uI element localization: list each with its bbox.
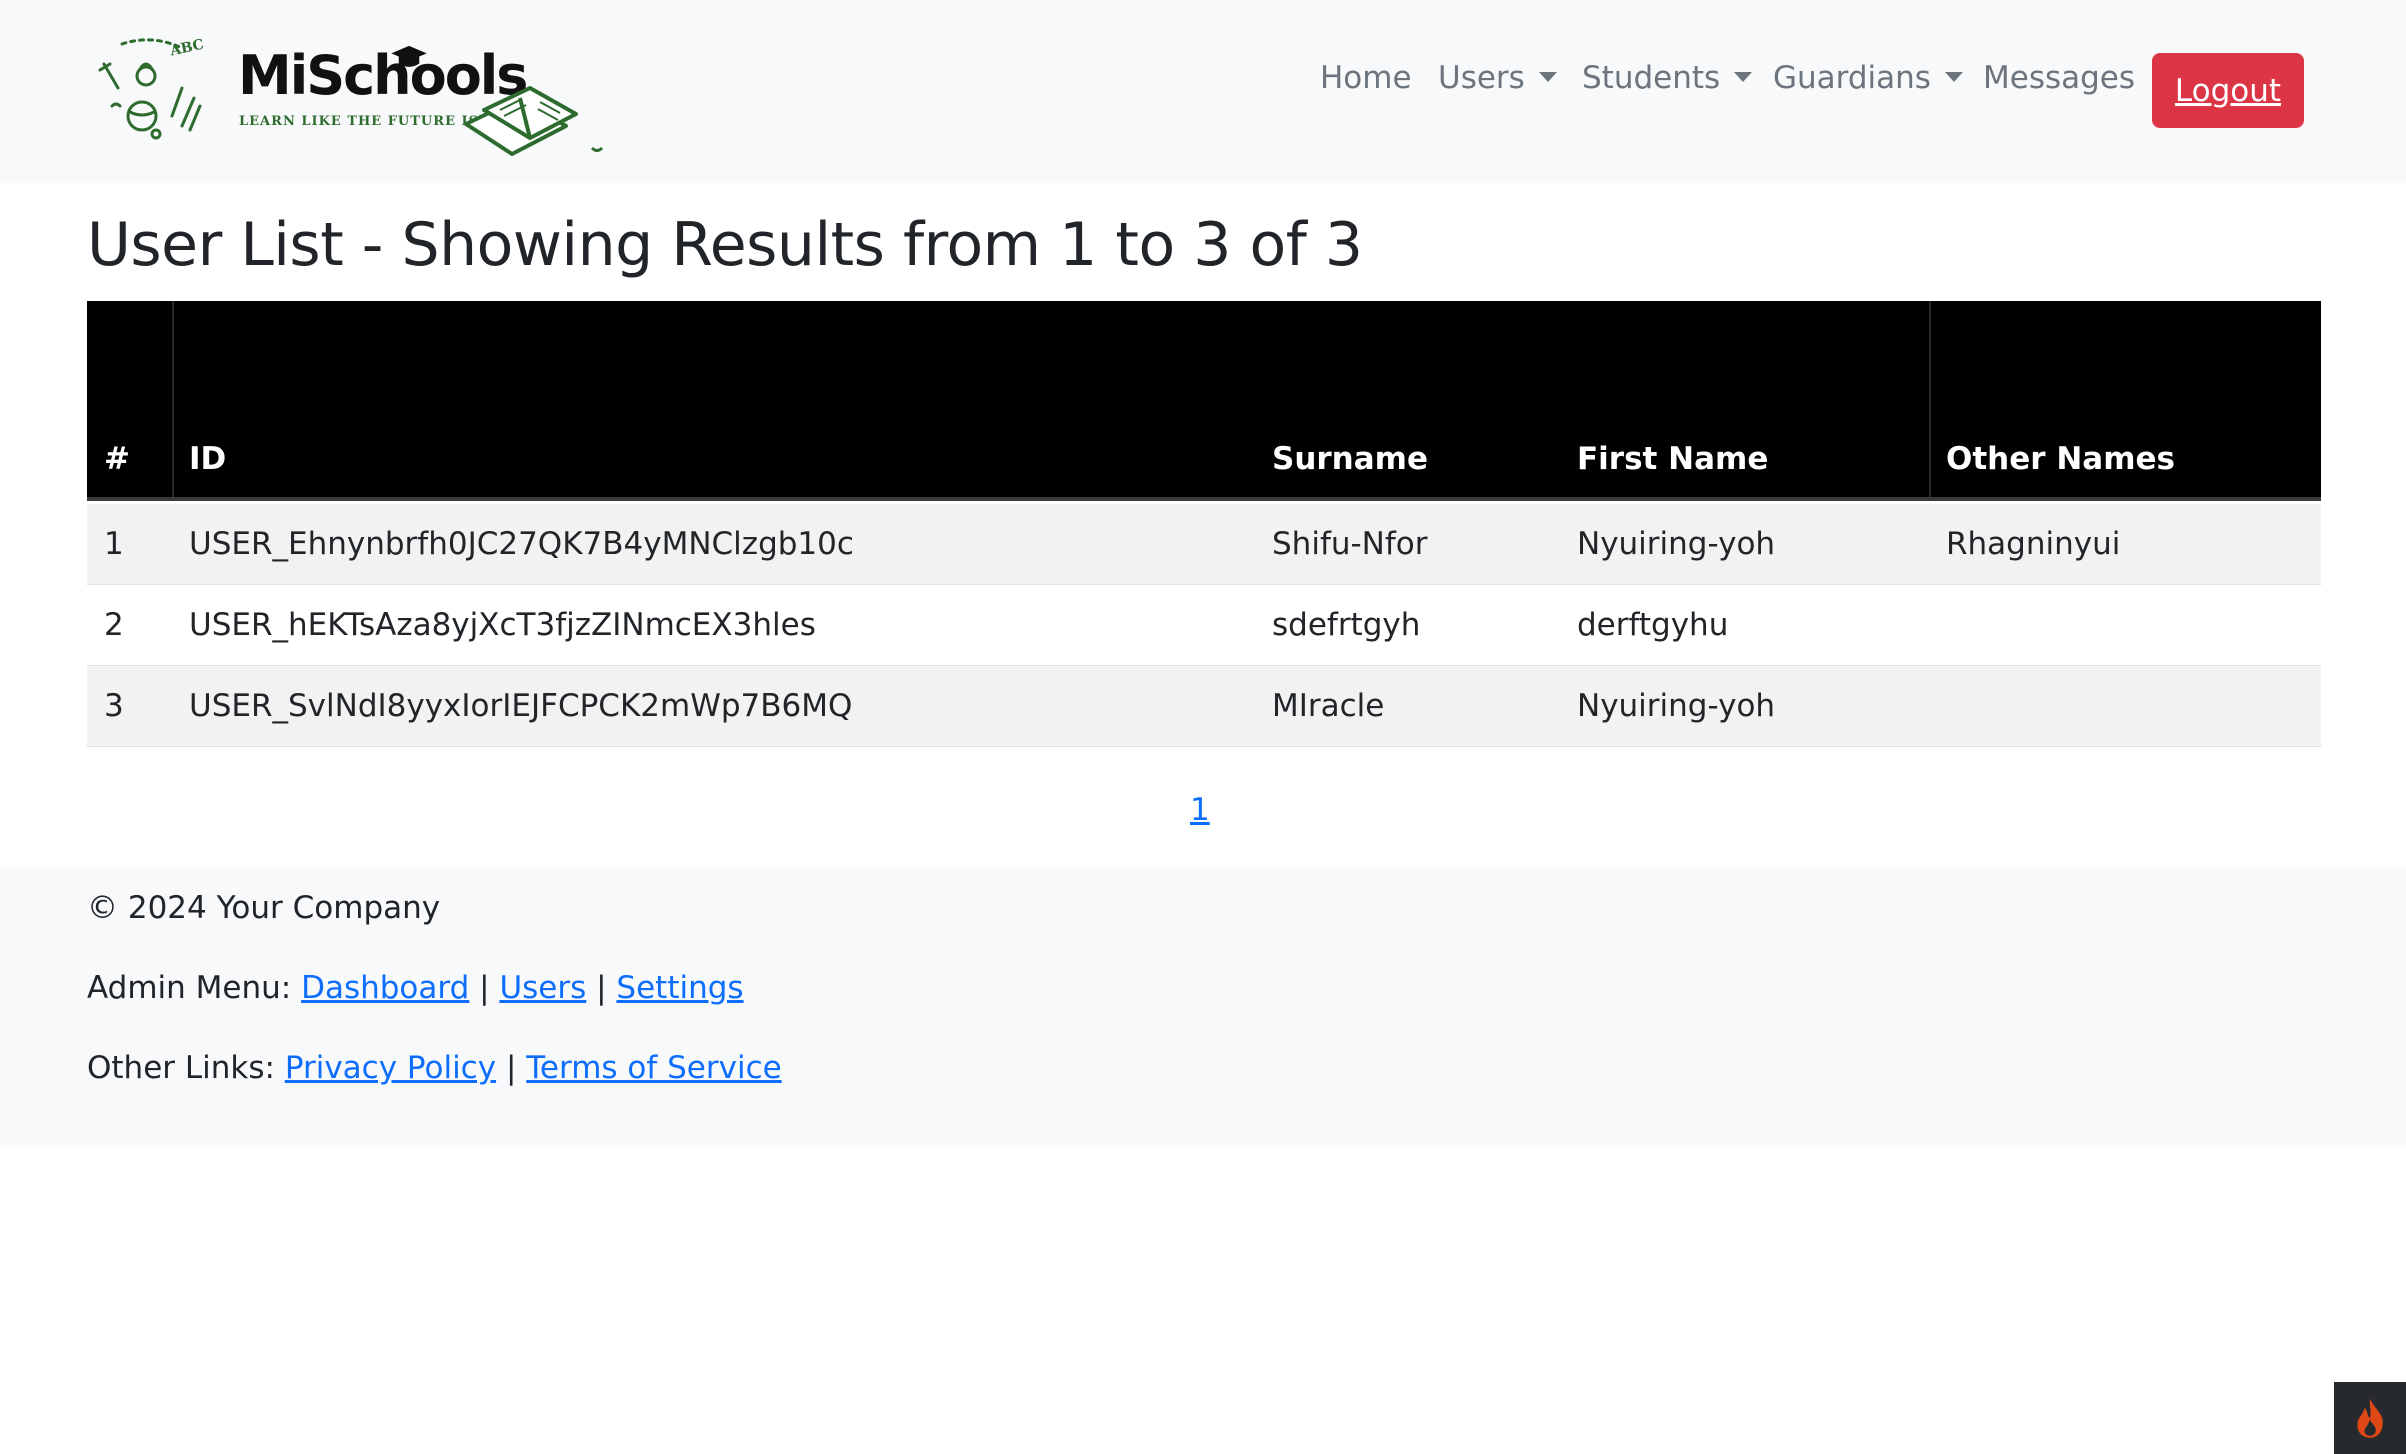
footer: © 2024 Your Company Admin Menu: Dashboar… [0,867,2406,1147]
other-links-label: Other Links: [87,1050,275,1086]
column-divider [1929,301,1931,497]
nav-users-dropdown[interactable]: Users [1438,56,1557,100]
debug-toolbar-toggle[interactable] [2334,1382,2406,1454]
column-divider [172,301,174,497]
cell-first-name: derftgyhu [1577,607,1729,643]
cell-other-names: Rhagninyui [1946,526,2121,562]
logout-button[interactable]: Logout [2152,53,2304,128]
nav-messages[interactable]: Messages [1983,56,2135,100]
nav-students-dropdown[interactable]: Students [1582,56,1753,100]
nav-home[interactable]: Home [1320,56,1412,100]
column-header-first-name: First Name [1577,441,1769,477]
cell-id: USER_SvlNdI8yyxIorIEJFCPCK2mWp7B6MQ [189,688,853,724]
table-row: 1 USER_Ehnynbrfh0JC27QK7B4yMNClzgb10c Sh… [87,504,2321,585]
column-header-surname: Surname [1272,441,1428,477]
link-separator: | [505,1050,517,1086]
footer-other-links: Other Links: Privacy Policy | Terms of S… [87,1050,782,1086]
link-separator: | [479,970,490,1006]
link-separator: | [596,970,607,1006]
open-book-icon [464,86,604,156]
nav-messages-label: Messages [1983,60,2136,96]
footer-admin-menu: Admin Menu: Dashboard | Users | Settings [87,970,744,1006]
admin-menu-label: Admin Menu: [87,970,292,1006]
table-row: 2 USER_hEKTsAza8yjXcT3fjzZINmcEX3hles sd… [87,585,2321,666]
footer-link-terms-of-service[interactable]: Terms of Service [526,1050,781,1086]
cell-first-name: Nyuiring-yoh [1577,526,1776,562]
nav-students-label: Students [1582,60,1721,96]
table-row: 3 USER_SvlNdI8yyxIorIEJFCPCK2mWp7B6MQ MI… [87,666,2321,747]
pagination-page-link[interactable]: 1 [1190,792,1210,828]
nav-home-label: Home [1320,60,1412,96]
footer-copyright: © 2024 Your Company [87,890,441,926]
cell-id: USER_Ehnynbrfh0JC27QK7B4yMNClzgb10c [189,526,854,562]
chevron-down-icon [1538,71,1557,82]
footer-link-dashboard[interactable]: Dashboard [301,970,469,1006]
cell-surname: MIracle [1272,688,1385,724]
flame-icon [2357,1398,2383,1438]
cell-id: USER_hEKTsAza8yjXcT3fjzZINmcEX3hles [189,607,816,643]
cell-number: 2 [104,607,124,643]
column-header-id: ID [189,441,227,477]
graduation-cap-icon [391,45,427,67]
nav-guardians-dropdown[interactable]: Guardians [1773,56,1963,100]
table-header: # ID Surname First Name Other Names [87,301,2321,501]
footer-link-privacy-policy[interactable]: Privacy Policy [285,1050,496,1086]
cell-number: 1 [104,526,124,562]
cell-number: 3 [104,688,124,724]
cell-surname: Shifu-Nfor [1272,526,1428,562]
navbar: ABC MiSchools LEARN LIKE THE FUTURE IS N… [0,0,2406,183]
chevron-down-icon [1734,71,1753,82]
cell-first-name: Nyuiring-yoh [1577,688,1776,724]
column-header-other-names: Other Names [1946,441,2175,477]
brand-logo[interactable]: ABC MiSchools LEARN LIKE THE FUTURE IS N… [96,36,606,156]
footer-link-users[interactable]: Users [499,970,586,1006]
page-title: User List - Showing Results from 1 to 3 … [87,210,1363,280]
column-header-number: # [104,441,130,477]
cell-surname: sdefrtgyh [1272,607,1421,643]
nav-users-label: Users [1438,60,1525,96]
footer-link-settings[interactable]: Settings [616,970,743,1006]
nav-guardians-label: Guardians [1773,60,1931,96]
chevron-down-icon [1944,71,1963,82]
